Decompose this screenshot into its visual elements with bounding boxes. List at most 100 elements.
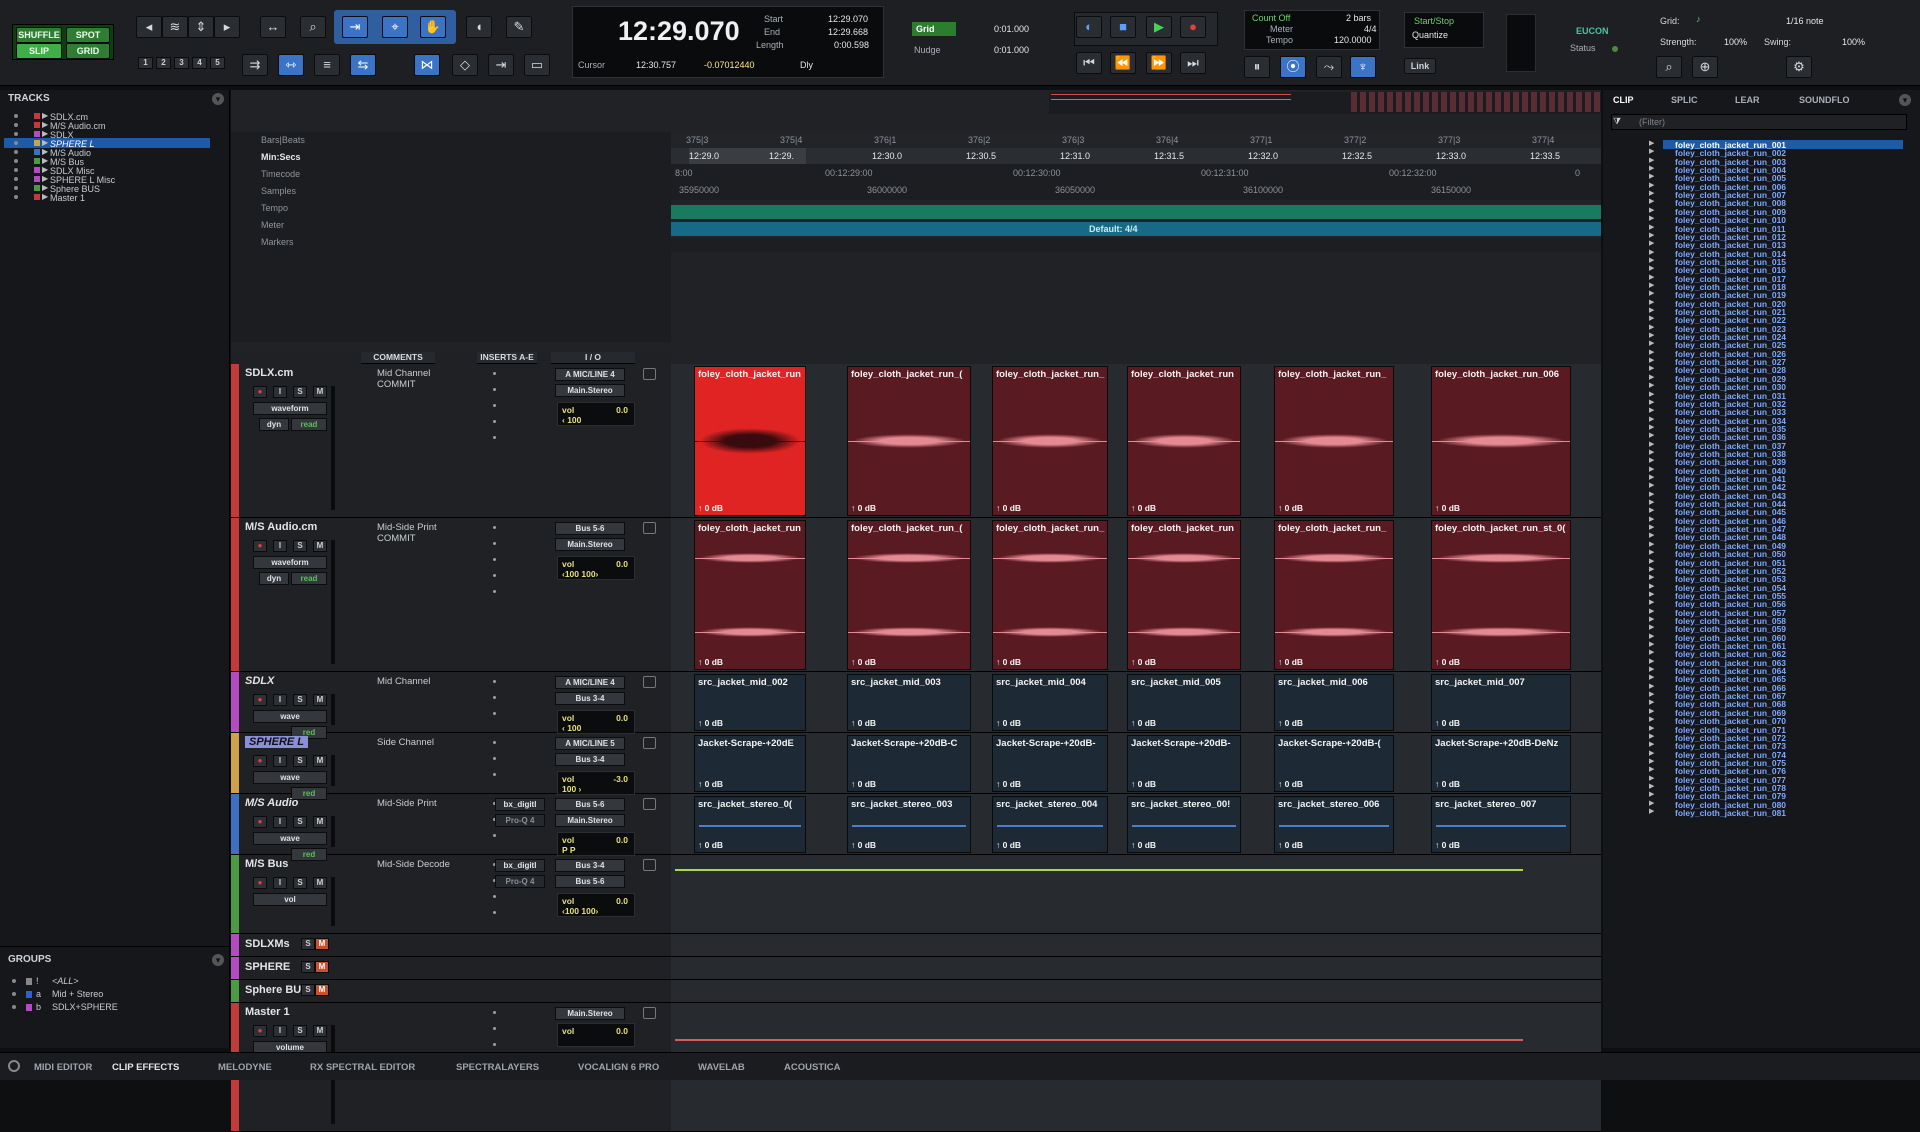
mute-button[interactable]: M — [313, 540, 327, 552]
pan-value[interactable]: ‹ 100 — [562, 723, 581, 733]
track-show-dot[interactable] — [14, 141, 18, 145]
expand-arrow-icon[interactable]: ▶ — [1649, 632, 1654, 640]
clip-gain[interactable]: ↑ 0 dB — [851, 840, 876, 850]
clip-name[interactable]: src_jacket_mid_003 — [851, 677, 968, 688]
audio-clip[interactable]: Jacket-Scrape-+20dE ↑ 0 dB — [694, 735, 806, 792]
output-selector[interactable]: Bus 5-6 — [555, 875, 625, 888]
automation-mode-selector[interactable]: read — [291, 572, 327, 585]
track-color-chip[interactable] — [34, 113, 40, 119]
clip-list-tab[interactable]: CLIP — [1613, 95, 1634, 105]
track-color-strip[interactable] — [231, 672, 239, 732]
insert-slot-dot[interactable] — [493, 420, 496, 423]
timecode-tick[interactable]: 00:12:32:00 — [1389, 168, 1437, 178]
track-show-dot[interactable] — [14, 168, 18, 172]
clip-gain[interactable]: ↑ 0 dB — [698, 779, 723, 789]
samples-tick[interactable]: 36150000 — [1431, 185, 1471, 195]
track-color-strip[interactable] — [231, 957, 239, 979]
expand-arrow-icon[interactable]: ▶ — [1649, 289, 1654, 297]
volume-label[interactable]: vol — [562, 835, 574, 845]
expand-arrow-icon[interactable]: ▶ — [42, 183, 48, 192]
ruler-name[interactable]: Meter — [261, 220, 284, 230]
loop-playback-icon[interactable]: ⏸ — [1244, 56, 1270, 78]
volume-pan-display[interactable]: vol 0.0 ‹100 100› — [557, 893, 635, 917]
insert-slot-dot[interactable] — [493, 696, 496, 699]
insert-slot-dot[interactable] — [493, 590, 496, 593]
samples-tick[interactable]: 36050000 — [1055, 185, 1095, 195]
commands-focus-icon[interactable]: ▭ — [524, 54, 550, 76]
expand-arrow-icon[interactable]: ▶ — [1649, 223, 1654, 231]
record-icon[interactable]: ● — [1180, 16, 1206, 38]
quantize-label[interactable]: Quantize — [1412, 30, 1448, 40]
expand-arrow-icon[interactable]: ▶ — [1649, 782, 1654, 790]
track-color-chip[interactable] — [34, 167, 40, 173]
group-active-dot[interactable] — [12, 979, 16, 983]
expand-arrow-icon[interactable]: ▶ — [1649, 565, 1654, 573]
zoom-out-horizontal-icon[interactable]: ◂ — [136, 16, 162, 38]
expand-arrow-icon[interactable]: ▶ — [1649, 364, 1654, 372]
track-name[interactable]: M/S Audio.cm — [245, 521, 317, 533]
clip-name[interactable]: foley_cloth_jacket_run_ — [1278, 369, 1391, 380]
output-selector[interactable]: Main.Stereo — [555, 1007, 625, 1020]
volume-label[interactable]: vol — [562, 1026, 574, 1036]
audio-clip[interactable]: foley_cloth_jacket_run ↑ 0 dB — [1127, 520, 1241, 670]
expand-arrow-icon[interactable]: ▶ — [1649, 665, 1654, 673]
bars-beats-tick[interactable]: 377|3 — [1438, 135, 1460, 145]
group-active-dot[interactable] — [12, 992, 16, 996]
expand-arrow-icon[interactable]: ▶ — [1649, 281, 1654, 289]
track-show-dot[interactable] — [14, 150, 18, 154]
track-row[interactable]: M/S Audio ● I S Mwave red Mid-Side Print bx_dig… — [231, 794, 1601, 861]
waveform-centerline[interactable] — [695, 632, 805, 633]
clip-gain[interactable]: ↑ 0 dB — [1131, 718, 1156, 728]
clip-name[interactable]: src_jacket_mid_004 — [996, 677, 1105, 688]
track-name[interactable]: SDLX.cm — [245, 367, 293, 379]
clip-gain[interactable]: ↑ 0 dB — [851, 657, 876, 667]
audio-clip[interactable]: src_jacket_stereo_006 ↑ 0 dB — [1274, 796, 1394, 853]
clip-name[interactable]: Jacket-Scrape-+20dB- — [1131, 738, 1238, 749]
midi-merge-icon[interactable]: ⤳ — [1316, 56, 1342, 78]
waveform-centerline[interactable] — [695, 441, 805, 442]
expand-arrow-icon[interactable]: ▶ — [1649, 156, 1654, 164]
insert-slot-dot[interactable] — [493, 680, 496, 683]
keyboard-focus-icon[interactable]: ⇥ — [488, 54, 514, 76]
insert-slot-dot[interactable] — [493, 1043, 496, 1046]
clip-name[interactable]: src_jacket_mid_005 — [1131, 677, 1238, 688]
clip-gain[interactable]: ↑ 0 dB — [1278, 503, 1303, 513]
expand-arrow-icon[interactable]: ▶ — [1649, 557, 1654, 565]
expand-arrow-icon[interactable]: ▶ — [1649, 248, 1654, 256]
track-show-dot[interactable] — [14, 123, 18, 127]
min-secs-tick[interactable]: 12:31.5 — [1154, 151, 1184, 161]
expand-arrow-icon[interactable]: ▶ — [1649, 139, 1654, 147]
clip-name[interactable]: foley_cloth_jacket_run_st_0( — [1435, 523, 1568, 534]
waveform[interactable] — [852, 824, 966, 827]
audio-clip[interactable]: src_jacket_stereo_0(↑ 0 dB — [694, 796, 806, 853]
solo-button[interactable]: S — [293, 1025, 307, 1037]
clip-name[interactable]: src_jacket_stereo_003 — [851, 799, 968, 810]
input-selector[interactable]: A MIC/LINE 5 — [555, 737, 625, 750]
track-row[interactable]: M/S Bus ● I S Mvol Mid-Side Decode bx_digitl Pr… — [231, 855, 1601, 934]
track-color-strip[interactable] — [231, 794, 239, 854]
expand-arrow-icon[interactable]: ▶ — [42, 138, 48, 147]
bars-beats-tick[interactable]: 376|4 — [1156, 135, 1178, 145]
waveform-centerline[interactable] — [1128, 632, 1240, 633]
track-view-selector[interactable]: waveform — [253, 556, 327, 569]
waveform-centerline[interactable] — [993, 632, 1107, 633]
audio-clip[interactable]: src_jacket_mid_002 ↑ 0 dB — [694, 674, 806, 731]
expand-arrow-icon[interactable]: ▶ — [42, 174, 48, 183]
pan-value[interactable]: ‹100 100› — [562, 906, 598, 916]
volume-value[interactable]: 0.0 — [616, 405, 628, 415]
track-height-icon[interactable]: ⇕ — [188, 16, 214, 38]
insert-slot-dot[interactable] — [493, 895, 496, 898]
track-color-strip[interactable] — [231, 364, 239, 517]
stop-icon[interactable]: ■ — [1110, 16, 1136, 38]
expand-arrow-icon[interactable]: ▶ — [1649, 490, 1654, 498]
clip-name[interactable]: foley_cloth_jacket_run — [698, 369, 803, 380]
audio-clip[interactable]: src_jacket_stereo_00! ↑ 0 dB — [1127, 796, 1241, 853]
clip-gain[interactable]: ↑ 0 dB — [1131, 840, 1156, 850]
group-color-chip[interactable] — [26, 991, 32, 998]
track-row[interactable]: SDLXMs M S — [231, 934, 1601, 957]
insert-slot-dot[interactable] — [493, 574, 496, 577]
volume-pan-display[interactable]: vol 0.0 — [557, 1023, 635, 1047]
group-color-chip[interactable] — [26, 1004, 32, 1011]
clip-name[interactable]: Jacket-Scrape-+20dB-( — [1278, 738, 1391, 749]
expand-arrow-icon[interactable]: ▶ — [42, 156, 48, 165]
